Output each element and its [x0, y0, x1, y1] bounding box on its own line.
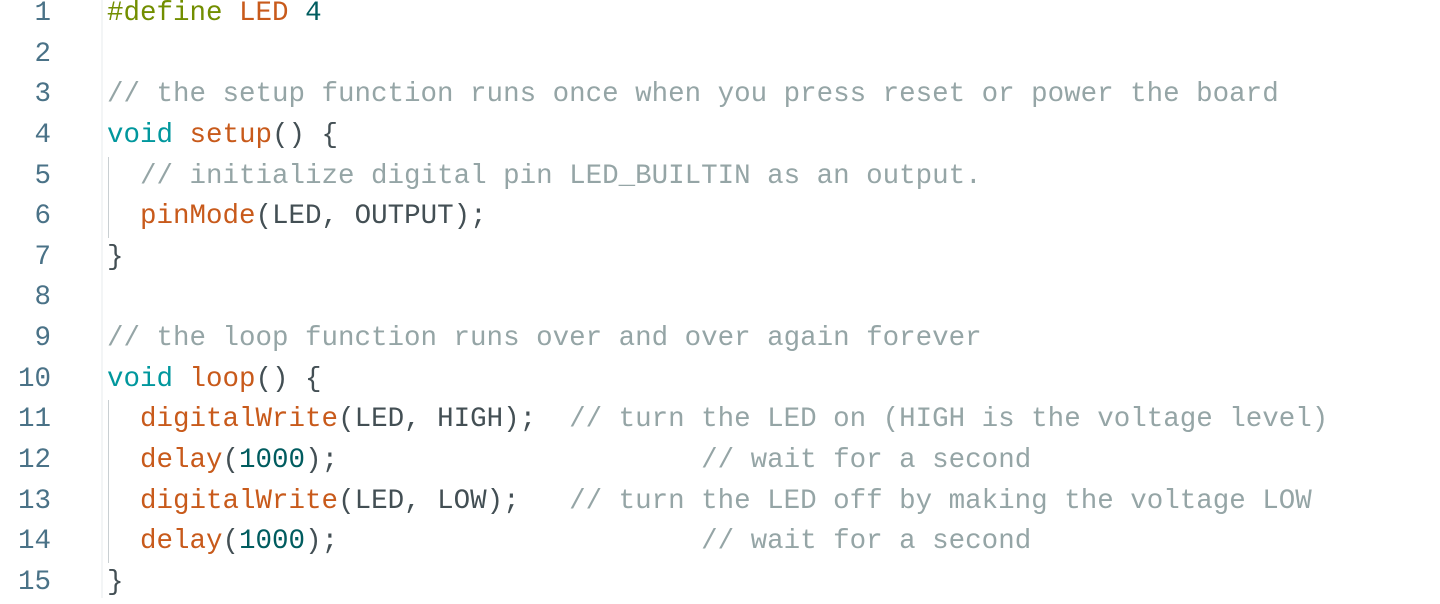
code-line[interactable]: 14 delay(1000); // wait for a second — [0, 522, 1440, 563]
token-fn: digitalWrite — [140, 404, 339, 436]
token-tx — [107, 526, 140, 557]
token-tx: () { — [255, 363, 322, 395]
code-text: } — [107, 238, 124, 279]
token-cm: // the setup function runs once when you… — [107, 79, 1279, 111]
code-text: delay(1000); // wait for a second — [107, 522, 1031, 563]
code-text: digitalWrite(LED, LOW); // turn the LED … — [107, 482, 1312, 523]
line-number: 6 — [34, 201, 51, 233]
token-kw: void — [107, 119, 174, 151]
token-num: 1000 — [239, 526, 306, 558]
line-number: 8 — [34, 282, 51, 314]
code-text: delay(1000); // wait for a second — [107, 441, 1031, 482]
token-cm: // initialize digital pin LED_BUILTIN as… — [140, 160, 982, 192]
code-line[interactable]: 2 — [0, 35, 1440, 76]
line-number: 10 — [17, 363, 51, 395]
token-cm: // turn the LED off by making the voltag… — [569, 485, 1312, 517]
token-pp: #define — [107, 0, 223, 29]
code-line[interactable]: 1 #define LED 4 — [0, 0, 1440, 35]
token-kw: void — [107, 363, 174, 395]
token-tx: ); — [305, 445, 702, 477]
token-tx — [107, 201, 140, 232]
token-tx — [107, 486, 140, 517]
line-number: 2 — [34, 38, 51, 70]
code-line[interactable]: 9 // the loop function runs over and over… — [0, 319, 1440, 360]
token-mac: LED — [239, 0, 289, 29]
token-fn: delay — [140, 526, 223, 558]
token-fn: setup — [189, 119, 273, 151]
token-cm: // turn the LED on (HIGH is the voltage … — [569, 404, 1329, 436]
token-tx — [107, 161, 140, 192]
token-cm: // wait for a second — [701, 445, 1032, 477]
code-line[interactable]: 5 // initialize digital pin LED_BUILTIN … — [0, 156, 1440, 198]
token-tx: (LED, HIGH); — [338, 404, 570, 436]
line-number: 11 — [17, 404, 51, 436]
token-num: 4 — [305, 0, 322, 29]
line-number: 12 — [17, 445, 51, 477]
line-number: 14 — [17, 526, 51, 558]
token-tx — [173, 120, 190, 151]
token-tx: ( — [222, 445, 240, 477]
line-number: 9 — [34, 323, 51, 355]
token-tx: () { — [272, 119, 339, 151]
code-line[interactable]: 13 digitalWrite(LED, LOW); // turn the L… — [0, 481, 1440, 523]
code-line[interactable]: 12 delay(1000); // wait for a second — [0, 441, 1440, 482]
line-number: 3 — [34, 79, 51, 111]
token-fn: loop — [189, 363, 256, 395]
code-text: #define LED 4 — [107, 0, 322, 35]
code-text: digitalWrite(LED, HIGH); // turn the LED… — [107, 400, 1328, 441]
line-number: 1 — [34, 0, 51, 29]
code-text: // the loop function runs over and over … — [107, 319, 982, 360]
code-text: void setup() { — [107, 116, 338, 157]
token-tx: ( — [222, 526, 240, 558]
code-line[interactable]: 4 void setup() { — [0, 116, 1440, 157]
token-fn: pinMode — [140, 201, 256, 233]
code-line[interactable]: 6 pinMode(LED, OUTPUT); — [0, 197, 1440, 238]
line-number: 4 — [34, 119, 51, 151]
code-line[interactable]: 10 void loop() { — [0, 360, 1440, 401]
token-tx — [107, 404, 140, 435]
line-number: 5 — [34, 160, 51, 192]
token-tx — [173, 364, 190, 395]
token-tx: (LED, LOW); — [338, 485, 570, 517]
token-tx: (LED, OUTPUT); — [255, 201, 487, 233]
code-editor[interactable]: 1 #define LED 4 2 3 // the setup function ru… — [0, 0, 1440, 604]
token-cm: // the loop function runs over and over … — [107, 323, 982, 355]
line-number: 13 — [17, 485, 51, 517]
line-number: 7 — [34, 241, 51, 273]
token-tx: } — [107, 566, 124, 598]
token-tx — [107, 445, 140, 476]
token-fn: delay — [140, 445, 223, 477]
token-cm: // wait for a second — [701, 526, 1032, 558]
code-line[interactable]: 8 — [0, 278, 1440, 319]
token-fn: digitalWrite — [140, 485, 339, 517]
token-tx — [289, 0, 306, 29]
token-tx: } — [107, 241, 124, 273]
token-tx: ); — [305, 526, 702, 558]
token-tx — [223, 0, 240, 29]
code-line[interactable]: 3 // the setup function runs once when yo… — [0, 75, 1440, 116]
code-text: // initialize digital pin LED_BUILTIN as… — [107, 157, 982, 198]
code-line[interactable]: 7} — [0, 238, 1440, 279]
code-text: void loop() { — [107, 360, 322, 401]
code-text: // the setup function runs once when you… — [107, 75, 1279, 116]
code-line[interactable]: 11 digitalWrite(LED, HIGH); // turn the … — [0, 400, 1440, 442]
token-num: 1000 — [239, 445, 306, 477]
code-text: pinMode(LED, OUTPUT); — [107, 197, 487, 238]
